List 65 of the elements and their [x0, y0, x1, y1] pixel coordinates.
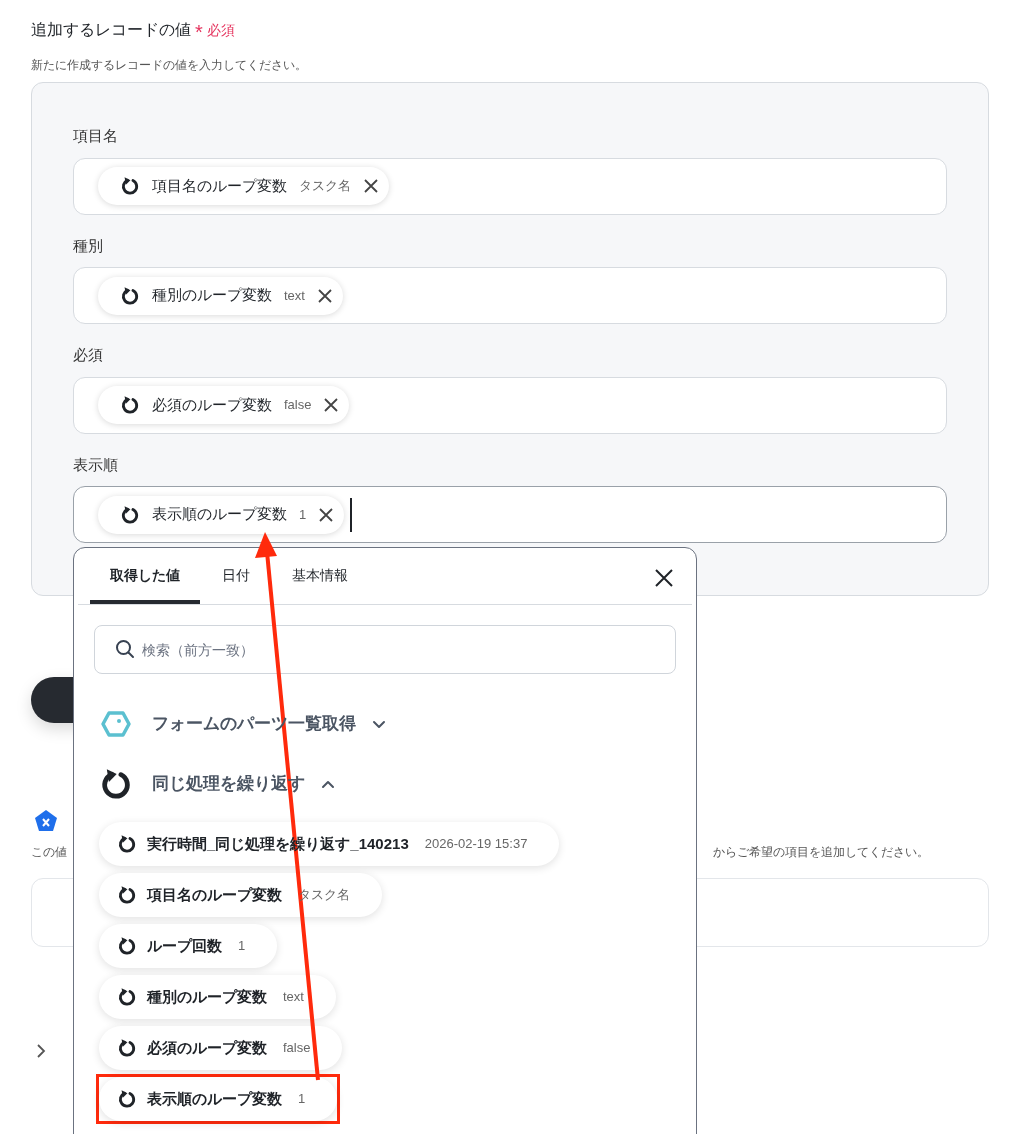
- value-field[interactable]: 項目名のループ変数 タスク名: [73, 157, 947, 215]
- picker-tab[interactable]: 取得した値: [90, 565, 200, 604]
- item-value: 1: [238, 937, 246, 956]
- item-value: 2026-02-19 15:37: [424, 835, 528, 854]
- field-help: 新たに作成するレコードの値を入力してください。: [31, 57, 308, 74]
- picker-tab[interactable]: 基本情報: [272, 565, 368, 604]
- loop-icon: [120, 285, 140, 306]
- item-value: 1: [298, 1090, 306, 1109]
- close-icon[interactable]: [654, 568, 674, 588]
- value-field[interactable]: 種別のループ変数 text: [73, 267, 947, 324]
- loop-icon: [120, 176, 140, 196]
- variable-item[interactable]: 種別のループ変数 text: [99, 975, 336, 1019]
- chip-value: false: [284, 396, 312, 415]
- chevron-right-icon[interactable]: [35, 1043, 47, 1059]
- item-name: 種別のループ変数: [147, 986, 267, 1007]
- value-field[interactable]: 表示順のループ変数 1: [73, 486, 947, 543]
- loop-icon: [99, 767, 133, 801]
- search-icon: [115, 639, 135, 659]
- close-icon[interactable]: [316, 287, 333, 304]
- variable-chip[interactable]: 表示順のループ変数 1: [98, 495, 345, 534]
- variable-item[interactable]: 表示順のループ変数 1: [99, 1077, 338, 1121]
- item-value: text: [283, 988, 304, 1007]
- close-icon[interactable]: [323, 397, 340, 413]
- value-field[interactable]: 必須のループ変数 false: [73, 376, 947, 434]
- loop-icon: [117, 936, 137, 956]
- item-name: ループ回数: [147, 935, 222, 956]
- required-label: 必須: [206, 20, 235, 40]
- field-label: 追加するレコードの値: [31, 20, 191, 40]
- chip-name: 種別のループ変数: [152, 285, 272, 306]
- loop-icon: [120, 395, 140, 415]
- loop-icon: [117, 1089, 137, 1109]
- chip-name: 項目名のループ変数: [152, 175, 287, 196]
- row-label: 種別: [73, 235, 104, 256]
- row-label: 必須: [73, 345, 104, 365]
- item-name: 項目名のループ変数: [147, 884, 282, 905]
- chip-name: 表示順のループ変数: [152, 504, 287, 525]
- loop-icon: [120, 504, 140, 525]
- chip-name: 必須のループ変数: [152, 394, 272, 415]
- variable-chip[interactable]: 必須のループ変数 false: [98, 386, 350, 424]
- chip-value: 1: [299, 505, 307, 524]
- variable-item[interactable]: ループ回数 1: [99, 924, 278, 968]
- chip-value: text: [284, 286, 305, 305]
- close-icon[interactable]: [318, 506, 335, 523]
- pentagon-x-icon: [34, 809, 58, 833]
- chip-value: タスク名: [299, 177, 351, 196]
- loop-icon: [117, 1038, 137, 1058]
- picker-tab[interactable]: 日付: [202, 565, 270, 604]
- text-cursor: [350, 497, 353, 532]
- section-help: からご希望の項目を追加してください。: [713, 844, 929, 861]
- variable-chip[interactable]: 種別のループ変数 text: [98, 276, 343, 315]
- variable-chip[interactable]: 項目名のループ変数 タスク名: [98, 167, 389, 205]
- close-icon[interactable]: [363, 178, 379, 194]
- item-name: 必須のループ変数: [147, 1037, 267, 1058]
- search-field[interactable]: 検索（前方一致）: [94, 625, 676, 674]
- item-value: false: [283, 1039, 311, 1058]
- row-label: 項目名: [73, 126, 119, 146]
- loop-icon: [117, 834, 137, 854]
- section-help: この値: [31, 844, 67, 861]
- form-parts-icon: [101, 710, 131, 738]
- item-name: 表示順のループ変数: [147, 1088, 282, 1109]
- required-asterisk: *: [195, 22, 203, 42]
- loop-icon: [117, 885, 137, 905]
- row-label: 表示順: [73, 454, 119, 475]
- loop-icon: [117, 987, 137, 1007]
- variable-item[interactable]: 必須のループ変数 false: [99, 1026, 343, 1070]
